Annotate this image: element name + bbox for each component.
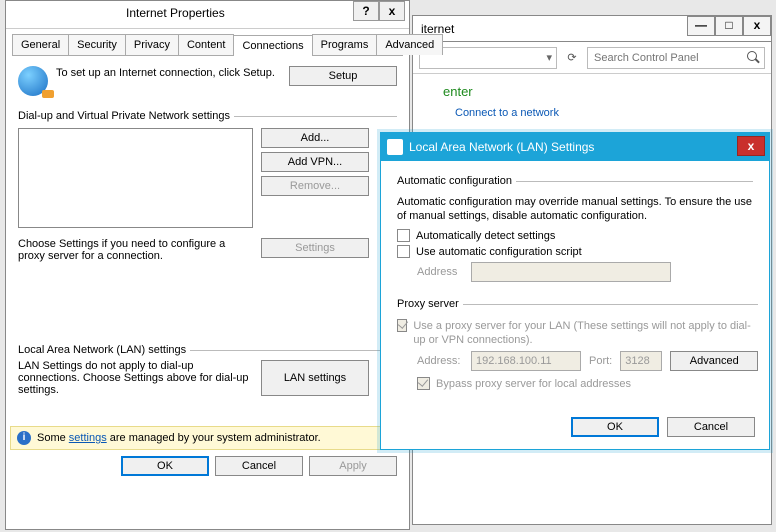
- script-address-label: Address: [417, 266, 463, 278]
- close-button[interactable]: x: [743, 16, 771, 36]
- setup-text: To set up an Internet connection, click …: [56, 66, 281, 80]
- titlebar: Local Area Network (LAN) Settings x: [381, 133, 769, 161]
- bypass-local-label: Bypass proxy server for local addresses: [436, 378, 631, 390]
- close-button[interactable]: x: [737, 136, 765, 156]
- globe-icon: [18, 66, 48, 96]
- connection-listbox[interactable]: [18, 128, 253, 228]
- refresh-button[interactable]: ⟳: [563, 51, 581, 64]
- info-settings-link[interactable]: settings: [69, 432, 107, 444]
- tab-content[interactable]: Content: [178, 34, 235, 55]
- info-text-pre: Some: [37, 432, 69, 444]
- lan-text: LAN Settings do not apply to dial-up con…: [18, 360, 253, 396]
- dialup-group-label: Dial-up and Virtual Private Network sett…: [18, 110, 234, 122]
- info-bar: i Some settings are managed by your syst…: [10, 426, 405, 450]
- search-icon[interactable]: [747, 51, 760, 64]
- bypass-local-checkbox: [417, 377, 430, 390]
- close-button[interactable]: x: [379, 1, 405, 21]
- use-proxy-label: Use a proxy server for your LAN (These s…: [413, 319, 758, 347]
- tab-programs[interactable]: Programs: [312, 34, 378, 55]
- tab-security[interactable]: Security: [68, 34, 126, 55]
- script-address-input: [471, 262, 671, 282]
- auto-script-checkbox[interactable]: [397, 245, 410, 258]
- add-vpn-button[interactable]: Add VPN...: [261, 152, 369, 172]
- ok-button[interactable]: OK: [121, 456, 209, 476]
- info-text-post: are managed by your system administrator…: [107, 432, 321, 444]
- auto-detect-checkbox[interactable]: [397, 229, 410, 242]
- auto-detect-label: Automatically detect settings: [416, 230, 555, 242]
- auto-config-group: Automatic configuration Automatic config…: [397, 175, 753, 286]
- cancel-button[interactable]: Cancel: [215, 456, 303, 476]
- connect-network-link[interactable]: Connect to a network: [455, 107, 559, 119]
- window-titlebar: iternet — □ x: [413, 16, 771, 42]
- search-box[interactable]: [587, 47, 765, 69]
- auto-config-desc: Automatic configuration may override man…: [397, 195, 753, 223]
- maximize-button[interactable]: □: [715, 16, 743, 36]
- apply-button[interactable]: Apply: [309, 456, 397, 476]
- section-heading: enter: [443, 84, 763, 99]
- titlebar: Internet Properties ? x: [6, 1, 409, 29]
- lan-settings-button[interactable]: LAN settings: [261, 360, 369, 396]
- lan-group: Local Area Network (LAN) settings LAN Se…: [18, 344, 397, 396]
- setup-button[interactable]: Setup: [289, 66, 397, 86]
- toolbar: ▾ ⟳: [413, 42, 771, 74]
- proxy-group: Proxy server Use a proxy server for your…: [397, 298, 758, 393]
- add-button[interactable]: Add...: [261, 128, 369, 148]
- help-button[interactable]: ?: [353, 1, 379, 21]
- tab-privacy[interactable]: Privacy: [125, 34, 179, 55]
- remove-button[interactable]: Remove...: [261, 176, 369, 196]
- settings-button[interactable]: Settings: [261, 238, 369, 258]
- ok-button[interactable]: OK: [571, 417, 659, 437]
- window-title: Internet Properties: [126, 6, 225, 20]
- tab-bar: General Security Privacy Content Connect…: [12, 34, 403, 56]
- minimize-button[interactable]: —: [687, 16, 715, 36]
- lan-group-label: Local Area Network (LAN) settings: [18, 344, 190, 356]
- proxy-address-label: Address:: [417, 355, 463, 367]
- dialog-title: Local Area Network (LAN) Settings: [409, 140, 594, 154]
- use-proxy-checkbox: [397, 319, 407, 332]
- app-icon: [387, 139, 403, 155]
- proxy-group-label: Proxy server: [397, 298, 463, 310]
- auto-script-label: Use automatic configuration script: [416, 246, 582, 258]
- internet-properties-window: Internet Properties ? x General Security…: [5, 0, 410, 530]
- dialup-group: Dial-up and Virtual Private Network sett…: [18, 110, 397, 262]
- choose-settings-text: Choose Settings if you need to configure…: [18, 238, 253, 262]
- search-input[interactable]: [588, 52, 764, 64]
- proxy-address-input: 192.168.100.11: [471, 351, 581, 371]
- cancel-button[interactable]: Cancel: [667, 417, 755, 437]
- tab-advanced[interactable]: Advanced: [376, 34, 443, 55]
- chevron-down-icon: ▾: [546, 51, 552, 64]
- advanced-button[interactable]: Advanced: [670, 351, 758, 371]
- proxy-port-label: Port:: [589, 355, 612, 367]
- tab-connections[interactable]: Connections: [233, 35, 312, 56]
- lan-settings-dialog: Local Area Network (LAN) Settings x Auto…: [380, 132, 770, 450]
- tab-general[interactable]: General: [12, 34, 69, 55]
- proxy-port-input: 3128: [620, 351, 662, 371]
- info-icon: i: [17, 431, 31, 445]
- auto-config-label: Automatic configuration: [397, 175, 516, 187]
